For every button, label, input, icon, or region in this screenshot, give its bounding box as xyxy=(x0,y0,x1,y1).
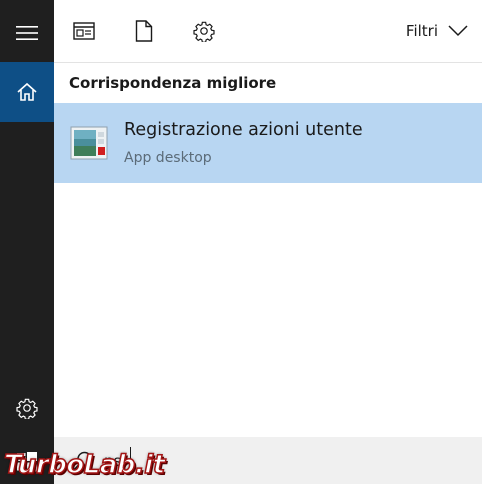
settings-button[interactable] xyxy=(0,384,54,432)
settings-filter-button[interactable] xyxy=(190,17,218,45)
cortana-search-window: Filtri Corrispondenza migliore Registraz… xyxy=(0,0,482,484)
start-button[interactable] xyxy=(0,440,54,484)
steps-recorder-app-icon xyxy=(70,126,108,160)
search-input[interactable] xyxy=(104,449,404,473)
filters-label: Filtri xyxy=(405,22,438,40)
left-rail xyxy=(0,0,54,484)
menu-button[interactable] xyxy=(0,8,54,58)
apps-filter-button[interactable] xyxy=(70,17,98,45)
hamburger-icon xyxy=(16,26,38,40)
windows-logo-icon xyxy=(17,452,37,472)
gear-icon xyxy=(193,21,215,42)
documents-filter-button[interactable] xyxy=(130,17,158,45)
search-bar xyxy=(54,437,482,484)
document-icon xyxy=(135,20,153,42)
toolbar-divider xyxy=(54,62,482,63)
search-icon xyxy=(73,451,92,471)
chevron-down-icon xyxy=(448,25,468,37)
filters-dropdown[interactable]: Filtri xyxy=(406,17,468,45)
section-title: Corrispondenza migliore xyxy=(69,74,277,92)
layout-icon xyxy=(73,22,95,40)
gear-icon xyxy=(16,398,38,419)
result-subtitle: App desktop xyxy=(124,150,212,166)
result-title: Registrazione azioni utente xyxy=(124,120,363,140)
filter-toolbar: Filtri xyxy=(54,0,482,62)
best-match-result[interactable]: Registrazione azioni utente App desktop xyxy=(54,103,482,183)
text-caret xyxy=(130,447,131,469)
home-button[interactable] xyxy=(0,62,54,122)
home-icon xyxy=(17,82,37,101)
